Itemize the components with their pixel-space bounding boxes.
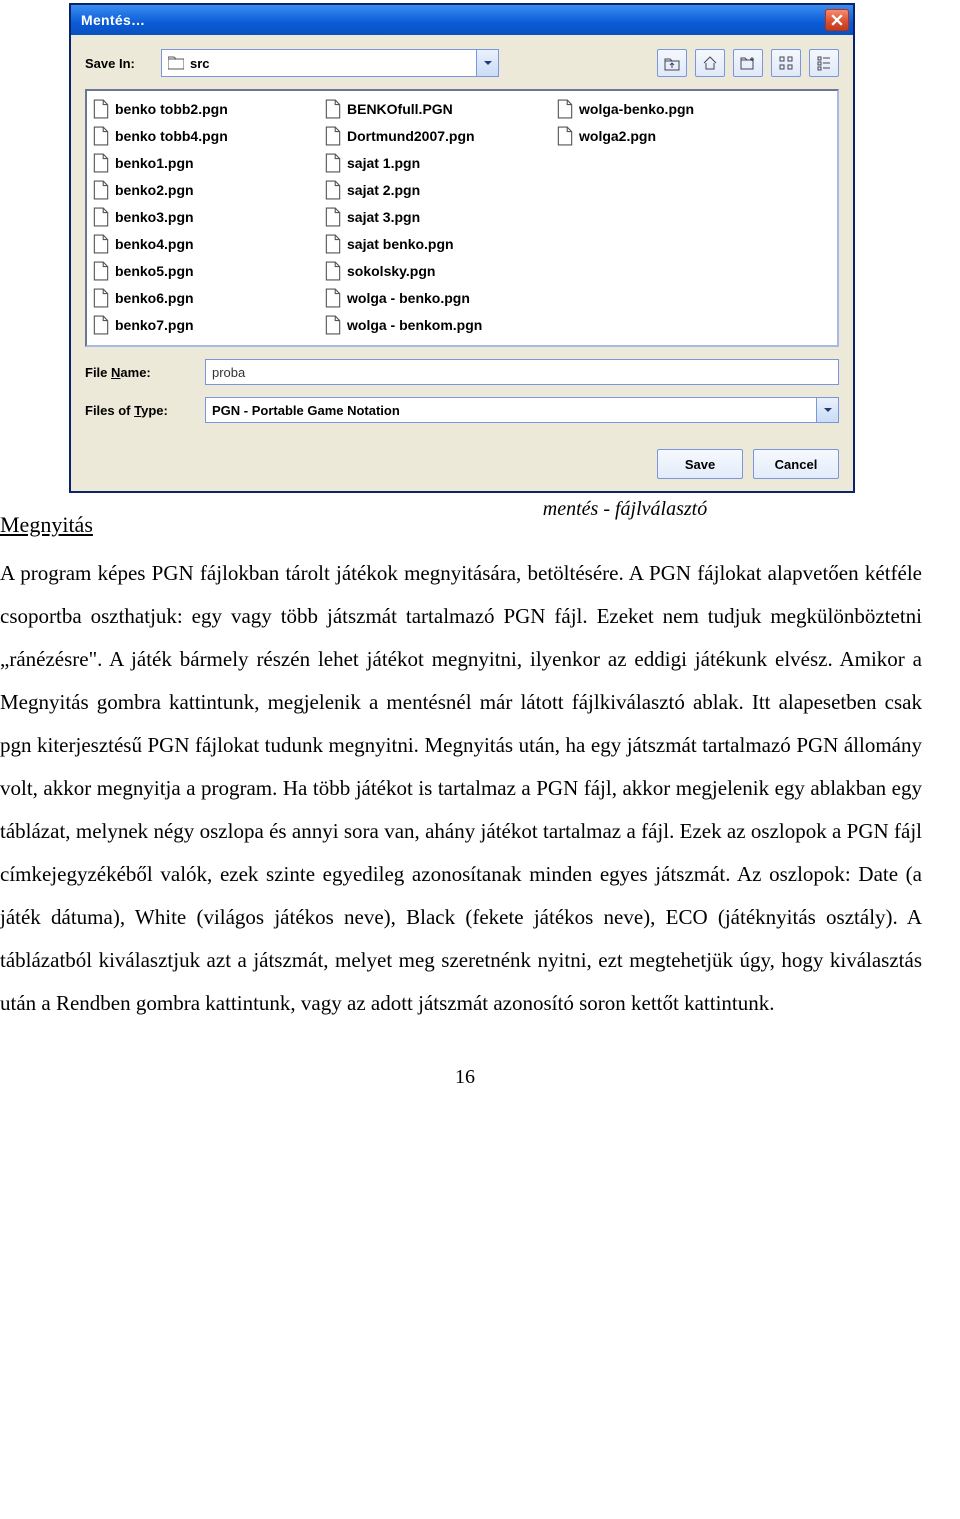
files-type-row: Files of Type: PGN - Portable Game Notat… bbox=[85, 397, 839, 423]
file-icon bbox=[93, 180, 109, 200]
files-type-label: Files of Type: bbox=[85, 403, 205, 418]
list-view-icon bbox=[778, 55, 794, 71]
file-item-label: benko tobb4.pgn bbox=[115, 128, 228, 144]
files-type-combo[interactable]: PGN - Portable Game Notation bbox=[205, 397, 839, 423]
file-item[interactable]: benko6.pgn bbox=[93, 284, 283, 311]
file-item[interactable]: sokolsky.pgn bbox=[325, 257, 515, 284]
file-item[interactable]: wolga - benkom.pgn bbox=[325, 311, 515, 338]
file-icon bbox=[557, 99, 573, 119]
save-button[interactable]: Save bbox=[657, 449, 743, 479]
file-icon bbox=[93, 126, 109, 146]
close-icon bbox=[831, 14, 843, 26]
file-icon bbox=[93, 99, 109, 119]
file-item-label: benko6.pgn bbox=[115, 290, 194, 306]
file-icon bbox=[93, 153, 109, 173]
folder-icon bbox=[168, 56, 184, 70]
chevron-down-icon bbox=[483, 58, 493, 68]
save-in-value: src bbox=[190, 56, 210, 71]
up-folder-icon bbox=[664, 55, 680, 71]
details-view-button[interactable] bbox=[809, 49, 839, 77]
file-item-label: benko7.pgn bbox=[115, 317, 194, 333]
file-item-label: Dortmund2007.pgn bbox=[347, 128, 475, 144]
file-item-label: sajat 3.pgn bbox=[347, 209, 420, 225]
file-item[interactable]: benko5.pgn bbox=[93, 257, 283, 284]
file-icon bbox=[325, 99, 341, 119]
file-item-label: benko tobb2.pgn bbox=[115, 101, 228, 117]
file-item[interactable]: benko tobb2.pgn bbox=[93, 95, 283, 122]
file-item-label: sajat 1.pgn bbox=[347, 155, 420, 171]
file-item-label: BENKOfull.PGN bbox=[347, 101, 453, 117]
file-item-label: sajat 2.pgn bbox=[347, 182, 420, 198]
file-icon bbox=[93, 288, 109, 308]
list-view-button[interactable] bbox=[771, 49, 801, 77]
up-folder-button[interactable] bbox=[657, 49, 687, 77]
file-item[interactable]: benko4.pgn bbox=[93, 230, 283, 257]
file-item-label: benko3.pgn bbox=[115, 209, 194, 225]
file-item-label: benko4.pgn bbox=[115, 236, 194, 252]
file-icon bbox=[93, 315, 109, 335]
titlebar: Mentés… bbox=[71, 5, 853, 35]
section-heading: Megnyitás bbox=[0, 512, 930, 538]
dialog-title: Mentés… bbox=[81, 12, 825, 28]
file-item[interactable]: benko2.pgn bbox=[93, 176, 283, 203]
file-list[interactable]: benko tobb2.pgn benko tobb4.pgn benko1.pgn… bbox=[85, 89, 839, 347]
page-number: 16 bbox=[0, 1066, 930, 1089]
details-view-icon bbox=[816, 55, 832, 71]
file-name-row: File Name: bbox=[85, 359, 839, 385]
file-item[interactable]: benko3.pgn bbox=[93, 203, 283, 230]
home-button[interactable] bbox=[695, 49, 725, 77]
file-icon bbox=[93, 207, 109, 227]
file-name-input[interactable] bbox=[205, 359, 839, 385]
save-dialog: Mentés… Save In: src bbox=[70, 4, 854, 492]
file-icon bbox=[325, 288, 341, 308]
file-item[interactable]: benko7.pgn bbox=[93, 311, 283, 338]
file-item[interactable]: wolga2.pgn bbox=[557, 122, 747, 149]
file-icon bbox=[93, 261, 109, 281]
file-icon bbox=[93, 234, 109, 254]
file-item[interactable]: sajat 3.pgn bbox=[325, 203, 515, 230]
file-item[interactable]: benko1.pgn bbox=[93, 149, 283, 176]
save-in-label: Save In: bbox=[85, 56, 161, 71]
file-item[interactable]: Dortmund2007.pgn bbox=[325, 122, 515, 149]
file-icon bbox=[325, 315, 341, 335]
home-icon bbox=[702, 55, 718, 71]
save-in-field[interactable]: src bbox=[161, 49, 477, 77]
file-item[interactable]: wolga-benko.pgn bbox=[557, 95, 747, 122]
file-item-label: benko2.pgn bbox=[115, 182, 194, 198]
file-icon bbox=[325, 153, 341, 173]
save-in-row: Save In: src bbox=[85, 49, 839, 77]
file-item-label: benko1.pgn bbox=[115, 155, 194, 171]
file-item-label: benko5.pgn bbox=[115, 263, 194, 279]
file-item[interactable]: sajat benko.pgn bbox=[325, 230, 515, 257]
file-icon bbox=[325, 207, 341, 227]
file-item[interactable]: sajat 2.pgn bbox=[325, 176, 515, 203]
file-item-label: wolga-benko.pgn bbox=[579, 101, 694, 117]
file-item[interactable]: BENKOfull.PGN bbox=[325, 95, 515, 122]
save-in-dropdown[interactable] bbox=[477, 49, 499, 77]
close-button[interactable] bbox=[825, 9, 849, 31]
file-icon bbox=[325, 126, 341, 146]
file-icon bbox=[557, 126, 573, 146]
chevron-down-icon bbox=[823, 405, 833, 415]
file-item[interactable]: benko tobb4.pgn bbox=[93, 122, 283, 149]
new-folder-button[interactable] bbox=[733, 49, 763, 77]
file-icon bbox=[325, 261, 341, 281]
file-item-label: sokolsky.pgn bbox=[347, 263, 435, 279]
files-type-dropdown[interactable] bbox=[817, 397, 839, 423]
file-item-label: wolga2.pgn bbox=[579, 128, 656, 144]
file-name-label: File Name: bbox=[85, 365, 205, 380]
file-item[interactable]: sajat 1.pgn bbox=[325, 149, 515, 176]
cancel-button[interactable]: Cancel bbox=[753, 449, 839, 479]
file-icon bbox=[325, 234, 341, 254]
file-item-label: wolga - benko.pgn bbox=[347, 290, 470, 306]
file-icon bbox=[325, 180, 341, 200]
file-item[interactable]: wolga - benko.pgn bbox=[325, 284, 515, 311]
new-folder-icon bbox=[740, 55, 756, 71]
body-paragraph: A program képes PGN fájlokban tárolt ját… bbox=[0, 552, 922, 1026]
file-item-label: wolga - benkom.pgn bbox=[347, 317, 482, 333]
files-type-value: PGN - Portable Game Notation bbox=[205, 397, 817, 423]
file-item-label: sajat benko.pgn bbox=[347, 236, 454, 252]
